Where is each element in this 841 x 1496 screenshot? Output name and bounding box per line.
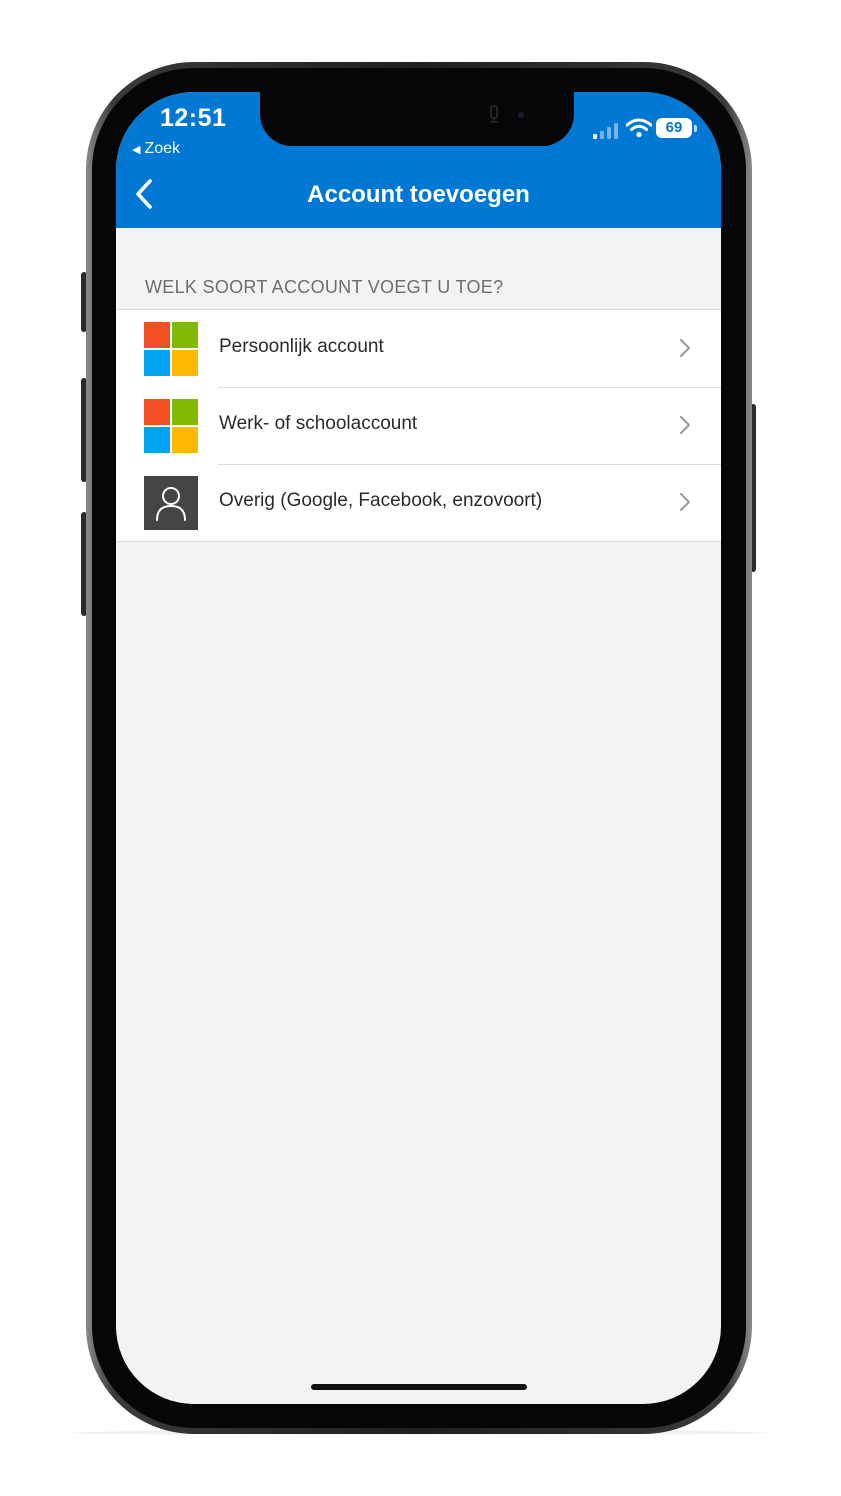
battery-level: 69 bbox=[656, 118, 692, 138]
home-indicator[interactable] bbox=[311, 1384, 527, 1390]
option-other-account[interactable]: Overig (Google, Facebook, enzovoort) bbox=[116, 464, 721, 541]
chevron-right-icon bbox=[680, 339, 690, 357]
back-to-app-link[interactable]: ◀ Zoek bbox=[132, 140, 180, 158]
battery-tip bbox=[694, 125, 697, 132]
account-type-list: Persoonlijk account Werk- of schoolaccou… bbox=[116, 309, 721, 542]
battery-icon: 69 bbox=[656, 118, 700, 140]
app-header: 12:51 ◀ Zoek 69 Account toevoegen bbox=[116, 92, 721, 228]
phone-screen: 12:51 ◀ Zoek 69 Account toevoegen WELK S… bbox=[116, 92, 721, 1404]
chevron-right-icon bbox=[680, 493, 690, 511]
microsoft-logo-icon bbox=[144, 322, 198, 376]
device-mockup: 12:51 ◀ Zoek 69 Account toevoegen WELK S… bbox=[0, 0, 841, 1496]
notch bbox=[260, 92, 574, 146]
left-triangle-icon: ◀ bbox=[132, 144, 141, 156]
option-label: Persoonlijk account bbox=[219, 336, 384, 357]
cellular-signal-icon bbox=[593, 123, 618, 139]
option-label: Overig (Google, Facebook, enzovoort) bbox=[219, 490, 543, 511]
person-icon bbox=[144, 476, 198, 530]
microsoft-logo-icon bbox=[144, 399, 198, 453]
option-work-school-account[interactable]: Werk- of schoolaccount bbox=[116, 387, 721, 464]
option-label: Werk- of schoolaccount bbox=[219, 413, 418, 434]
wifi-icon bbox=[626, 118, 652, 138]
page-title: Account toevoegen bbox=[307, 181, 530, 208]
option-personal-account[interactable]: Persoonlijk account bbox=[116, 310, 721, 387]
camera-in-use-icon bbox=[490, 105, 498, 123]
back-to-app-label: Zoek bbox=[144, 140, 181, 157]
chevron-right-icon bbox=[680, 416, 690, 434]
front-camera bbox=[518, 112, 524, 118]
status-time: 12:51 bbox=[160, 104, 227, 132]
section-header: WELK SOORT ACCOUNT VOEGT U TOE? bbox=[145, 277, 504, 297]
